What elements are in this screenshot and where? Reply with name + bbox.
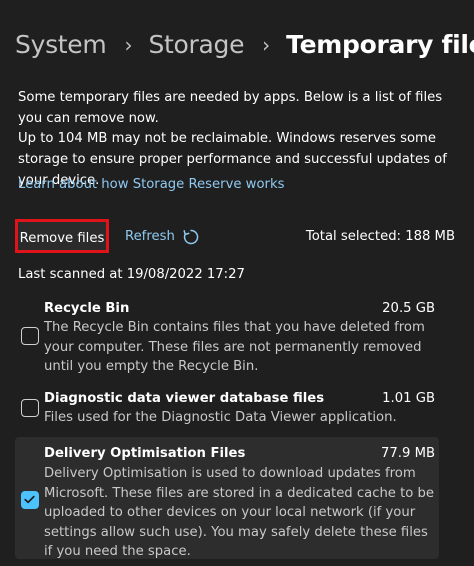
item-description: Files used for the Diagnostic Data Viewe…	[44, 410, 397, 425]
actions-bar: Remove files Refresh Total selected: 188…	[15, 219, 455, 257]
list-item-delivery-optimisation[interactable]: Delivery Optimisation Files 77.9 MB Deli…	[15, 437, 439, 559]
chevron-right-icon: ›	[262, 33, 271, 57]
item-title: Recycle Bin	[44, 301, 130, 316]
delivery-optimisation-checkbox[interactable]	[21, 491, 39, 509]
diagnostic-data-checkbox[interactable]	[21, 399, 39, 417]
item-size: 20.5 GB	[382, 301, 435, 316]
item-title: Diagnostic data viewer database files	[44, 391, 325, 406]
item-description: The Recycle Bin contains files that you …	[44, 320, 425, 374]
item-size: 77.9 MB	[381, 446, 435, 461]
item-description: Delivery Optimisation is used to downloa…	[44, 466, 435, 559]
breadcrumb-system[interactable]: System	[15, 26, 107, 64]
refresh-icon	[182, 228, 200, 246]
breadcrumb: System › Storage › Temporary files	[15, 26, 474, 64]
temporary-files-page: System › Storage › Temporary files Some …	[0, 0, 474, 566]
item-size: 1.01 GB	[382, 391, 435, 406]
page-title: Temporary files	[286, 30, 474, 59]
total-selected: Total selected: 188 MB	[305, 229, 455, 244]
last-scanned-text: Last scanned at 19/08/2022 17:27	[18, 267, 245, 282]
storage-reserve-link[interactable]: Learn about how Storage Reserve works	[18, 175, 284, 195]
recycle-bin-checkbox[interactable]	[21, 327, 39, 345]
intro-text: Some temporary files are needed by apps.…	[18, 90, 443, 126]
list-item-diagnostic-data[interactable]: Diagnostic data viewer database files 1.…	[15, 388, 439, 428]
checkmark-icon	[24, 495, 35, 504]
chevron-right-icon: ›	[124, 33, 133, 57]
remove-files-button[interactable]: Remove files	[15, 219, 109, 253]
item-title: Delivery Optimisation Files	[44, 446, 246, 461]
refresh-button[interactable]: Refresh	[125, 227, 200, 247]
refresh-label: Refresh	[125, 229, 175, 244]
list-item-recycle-bin[interactable]: Recycle Bin 20.5 GB The Recycle Bin cont…	[15, 298, 439, 374]
breadcrumb-storage[interactable]: Storage	[148, 26, 244, 64]
